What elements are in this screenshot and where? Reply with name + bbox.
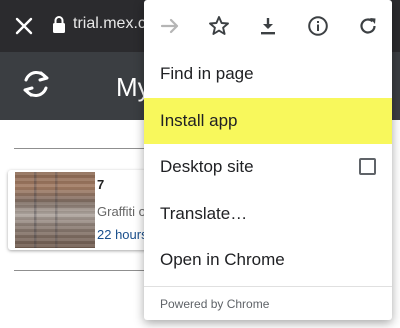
menu-divider [144, 286, 392, 287]
menu-toolbar [144, 0, 392, 52]
card-number: 7 [97, 177, 105, 192]
menu-item-find-in-page[interactable]: Find in page [144, 51, 392, 97]
menu-footer-text: Powered by Chrome [160, 297, 270, 311]
info-icon [308, 16, 328, 36]
close-tab-button[interactable] [8, 10, 40, 42]
reload-icon [360, 18, 376, 34]
menu-item-label: Translate… [160, 204, 248, 223]
download-icon [261, 18, 275, 35]
menu-item-translate[interactable]: Translate… [144, 191, 392, 237]
divider [14, 270, 154, 271]
menu-item-label: Install app [160, 111, 238, 130]
lock-icon [53, 16, 65, 33]
forward-arrow-icon [160, 18, 179, 34]
menu-item-desktop-site[interactable]: Desktop site [144, 144, 392, 190]
star-icon [209, 16, 229, 35]
list-item-card[interactable]: 7 Graffiti o 22 hours [8, 170, 158, 250]
desktop-site-checkbox[interactable] [359, 158, 376, 175]
forward-button[interactable] [154, 10, 186, 42]
bookmark-button[interactable] [203, 10, 235, 42]
overflow-menu: Find in page Install app Desktop site Tr… [144, 0, 392, 320]
menu-item-install-app[interactable]: Install app [144, 98, 392, 144]
card-timestamp[interactable]: 22 hours [97, 227, 148, 242]
divider [14, 148, 154, 149]
close-icon [15, 17, 33, 35]
refresh-icon[interactable] [18, 66, 54, 102]
thumbnail-texture [15, 172, 95, 248]
page-info-button[interactable] [302, 10, 334, 42]
reload-button[interactable] [352, 10, 384, 42]
menu-item-label: Open in Chrome [160, 250, 285, 269]
menu-item-label: Find in page [160, 64, 254, 83]
download-button[interactable] [252, 10, 284, 42]
menu-item-open-in-chrome[interactable]: Open in Chrome [144, 237, 392, 283]
menu-item-label: Desktop site [160, 157, 254, 176]
card-description: Graffiti o [97, 204, 146, 219]
